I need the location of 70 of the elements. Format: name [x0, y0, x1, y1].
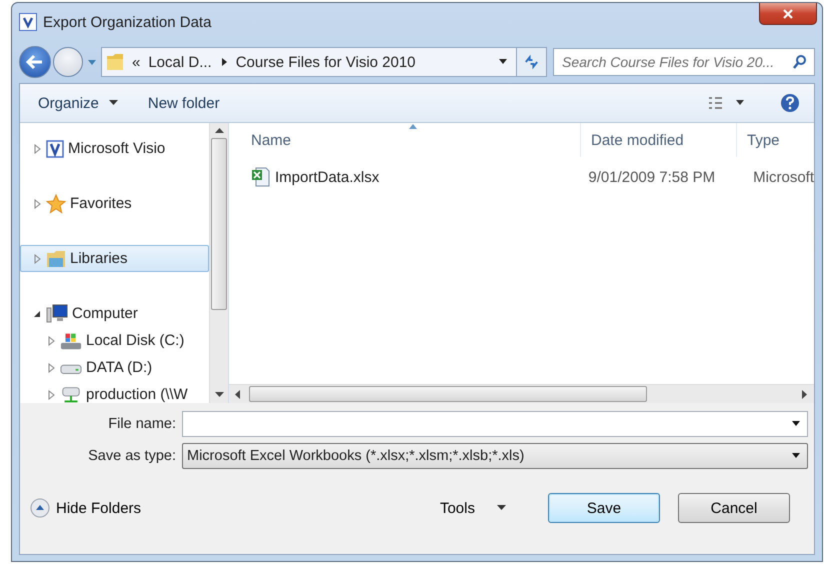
file-name-label: File name:: [107, 416, 176, 432]
back-button[interactable]: [19, 46, 51, 78]
file-name[interactable]: ImportData.xlsx: [275, 168, 380, 186]
star-icon: [46, 194, 66, 214]
scroll-right-arrow-icon[interactable]: [802, 390, 808, 398]
close-icon: [782, 8, 794, 18]
sidebar-item[interactable]: DATA (D:): [20, 354, 209, 381]
scroll-thumb[interactable]: [211, 138, 227, 310]
sidebar-item[interactable]: Favorites: [20, 190, 209, 217]
hide-folders-button[interactable]: Hide Folders: [56, 500, 142, 516]
caret-icon[interactable]: [497, 505, 506, 511]
new-folder-button[interactable]: New folder: [144, 90, 224, 116]
sidebar-item[interactable]: Libraries: [20, 245, 209, 272]
collapsed-arrow-icon[interactable]: [33, 198, 42, 208]
refresh-button[interactable]: [516, 48, 546, 76]
breadcrumb-segment[interactable]: Local D...: [148, 54, 212, 70]
breadcrumb-arrow-icon[interactable]: [220, 57, 228, 67]
sidebar-item[interactable]: Microsoft Visio: [20, 135, 209, 162]
file-name-field[interactable]: [182, 411, 808, 437]
save-as-type-label: Save as type:: [87, 448, 176, 464]
column-header[interactable]: Date modified: [581, 123, 737, 157]
breadcrumb-segment[interactable]: Course Files for Visio 2010: [236, 54, 416, 70]
collapse-up-icon[interactable]: [30, 498, 50, 518]
scroll-thumb[interactable]: [249, 386, 647, 402]
save-as-type-dropdown[interactable]: Microsoft Excel Workbooks (*.xlsx;*.xlsm;*.xlsb;*.xls): [182, 443, 808, 469]
sidebar-item[interactable]: production (\\W: [20, 381, 209, 403]
collapsed-arrow-icon[interactable]: [33, 144, 42, 154]
save-button[interactable]: Save: [548, 493, 660, 523]
network-drive-icon: [60, 384, 82, 403]
tools-button[interactable]: Tools: [434, 498, 481, 518]
scroll-up-arrow-icon[interactable]: [214, 128, 224, 134]
window-title: Export Organization Data: [43, 14, 212, 30]
folder-icon: [106, 52, 124, 72]
scroll-down-arrow-icon[interactable]: [214, 392, 224, 398]
spreadsheet-file-icon: [251, 167, 271, 187]
dropdown-caret-icon[interactable]: [498, 59, 508, 65]
back-arrow-icon: [25, 54, 45, 70]
dropdown-caret-icon: [791, 453, 801, 459]
library-folder-icon: [46, 250, 66, 268]
forward-button[interactable]: [53, 47, 83, 77]
search-icon: [792, 54, 808, 70]
help-icon[interactable]: [780, 93, 800, 113]
computer-icon: [46, 304, 68, 324]
history-caret-icon[interactable]: [87, 58, 97, 66]
collapsed-arrow-icon[interactable]: [47, 390, 56, 400]
refresh-icon: [523, 54, 540, 70]
sort-arrow-icon: [409, 124, 417, 129]
date-cell: 9/01/2009 7:58 PM: [588, 168, 716, 186]
organize-button[interactable]: Organize: [34, 90, 103, 116]
horizontal-scrollbar[interactable]: [229, 384, 814, 403]
collapsed-arrow-icon[interactable]: [33, 254, 42, 264]
app-logo-icon: [46, 140, 64, 158]
app-logo-icon: [19, 13, 37, 31]
expanded-arrow-icon[interactable]: [33, 308, 42, 318]
sidebar-item[interactable]: Computer: [20, 300, 209, 327]
search-field[interactable]: Search Course Files for Visio 20...: [553, 48, 815, 76]
sidebar-item[interactable]: Local Disk (C:): [20, 327, 209, 354]
dropdown-caret-icon[interactable]: [791, 421, 801, 427]
close-button[interactable]: [759, 3, 817, 25]
breadcrumb-overflow[interactable]: «: [132, 54, 140, 70]
collapsed-arrow-icon[interactable]: [47, 362, 56, 372]
column-header[interactable]: Type: [737, 123, 814, 157]
collapsed-arrow-icon[interactable]: [47, 336, 56, 346]
cancel-button[interactable]: Cancel: [678, 493, 790, 523]
vertical-scrollbar[interactable]: [209, 123, 228, 403]
scroll-left-arrow-icon[interactable]: [235, 390, 241, 398]
caret-icon: [108, 100, 118, 106]
drive-icon: [60, 330, 82, 350]
address-bar[interactable]: « Local D... Course Files for Visio 2010: [101, 47, 547, 77]
type-cell: Microsoft: [753, 168, 814, 186]
